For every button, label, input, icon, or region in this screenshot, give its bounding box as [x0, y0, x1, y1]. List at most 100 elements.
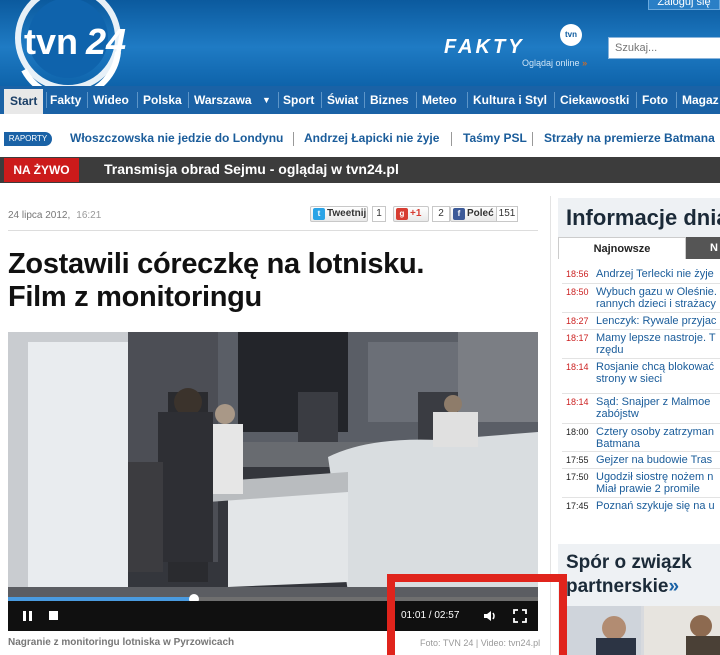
article-title: Zostawili córeczkę na lotnisku. Film z m… — [8, 248, 538, 314]
nav-item-magazyn[interactable]: Magaz — [682, 86, 719, 114]
nav-item-ciekawostki[interactable]: Ciekawostki — [560, 86, 629, 114]
news-time: 17:55 — [566, 455, 589, 465]
news-headline[interactable]: Sąd: Snajper z Malmoe zabójstw — [596, 396, 720, 420]
news-headline[interactable]: Ugodził siostrę nożem n Miał prawie 2 pr… — [596, 471, 720, 495]
news-headline[interactable]: Gejzer na budowie Tras — [596, 454, 720, 466]
news-time: 18:14 — [566, 397, 589, 407]
nav-divider — [467, 92, 468, 108]
divider — [8, 230, 538, 231]
live-badge: NA ŻYWO — [4, 158, 79, 182]
svg-text:tvn: tvn — [24, 21, 78, 62]
fakty-logo: FAKTY — [444, 36, 525, 58]
nav-divider — [554, 92, 555, 108]
news-divider — [562, 468, 720, 469]
news-headline[interactable]: Lenczyk: Rywale przyjac — [596, 315, 720, 327]
news-headline[interactable]: Rosjanie chcą blokować strony w sieci — [596, 361, 720, 385]
news-headline[interactable]: Mamy lepsze nastroje. T rzędu — [596, 332, 720, 356]
fakty-online-link[interactable]: Oglądaj online » — [522, 58, 587, 68]
news-divider — [562, 358, 720, 359]
facebook-icon: f — [453, 208, 465, 220]
news-time: 18:00 — [566, 427, 589, 437]
article-date: 24 lipca 2012, — [8, 210, 71, 221]
promo-title[interactable]: Spór o związk partnerskie» — [566, 551, 720, 599]
search-input[interactable] — [608, 37, 720, 59]
nav-item-swiat[interactable]: Świat — [327, 86, 358, 114]
raporty-tag: RAPORTY — [4, 132, 52, 146]
news-time: 18:17 — [566, 333, 589, 343]
tweet-button[interactable]: t Tweetnij — [310, 206, 368, 222]
facebook-label: Poleć — [467, 208, 494, 219]
news-time: 17:45 — [566, 501, 589, 511]
tweet-count: 1 — [372, 206, 386, 222]
report-link[interactable]: Andrzej Łapicki nie żyje — [304, 131, 439, 145]
nav-item-polska[interactable]: Polska — [143, 86, 182, 114]
news-time: 18:50 — [566, 287, 589, 297]
facebook-like-button[interactable]: f Poleć — [450, 206, 500, 222]
nav-item-warszawa[interactable]: Warszawa — [194, 86, 252, 114]
gplus-button[interactable]: g +1 — [393, 206, 429, 222]
promo-title-line: Spór o związk — [566, 552, 692, 573]
title-line: Film z monitoringu — [8, 281, 262, 313]
video-caption: Nagranie z monitoringu lotniska w Pyrzow… — [8, 637, 235, 648]
news-time: 18:27 — [566, 316, 589, 326]
chevron-down-icon[interactable]: ▼ — [262, 86, 271, 114]
svg-text:24: 24 — [85, 21, 126, 62]
stop-icon[interactable] — [46, 608, 62, 624]
nav-divider — [416, 92, 417, 108]
highlight-annotation — [387, 574, 567, 655]
tab-najpopularniejsze[interactable]: N — [686, 237, 720, 259]
news-headline[interactable]: Wybuch gazu w Oleśnie. rannych dzieci i … — [596, 286, 720, 310]
nav-item-biznes[interactable]: Biznes — [370, 86, 409, 114]
login-button[interactable]: Zaloguj się — [648, 0, 720, 10]
news-divider — [562, 312, 720, 313]
tab-najnowsze[interactable]: Najnowsze — [558, 237, 686, 259]
fakty-online-label: Oglądaj online — [522, 58, 580, 68]
report-link[interactable]: Taśmy PSL — [463, 131, 527, 145]
nav-item-start[interactable]: Start — [4, 89, 44, 114]
nav-divider — [188, 92, 189, 108]
twitter-icon: t — [313, 208, 325, 220]
nav-divider — [321, 92, 322, 108]
news-headline[interactable]: Andrzej Terlecki nie żyje — [596, 268, 720, 280]
news-divider — [562, 423, 720, 424]
article-meta: 24 lipca 2012, 16:21 — [8, 210, 101, 221]
nav-item-wideo[interactable]: Wideo — [93, 86, 129, 114]
gplus-icon: g — [396, 208, 408, 220]
site-header: tvn 24 Zaloguj się FAKTY tvn Oglądaj onl… — [0, 0, 720, 86]
reports-bar: RAPORTY Włoszczowska nie jedzie do Londy… — [0, 124, 720, 154]
live-bar[interactable]: NA ŻYWO Transmisja obrad Sejmu - oglądaj… — [0, 157, 720, 183]
nav-divider — [676, 92, 677, 108]
live-headline[interactable]: Transmisja obrad Sejmu - oglądaj w tvn24… — [104, 161, 399, 177]
tweet-label: Tweetnij — [327, 208, 367, 219]
tvn-badge: tvn — [560, 24, 582, 46]
report-link[interactable]: Włoszczowska nie jedzie do Londynu — [70, 131, 283, 145]
nav-item-foto[interactable]: Foto — [642, 86, 668, 114]
fakty-promo[interactable]: FAKTY tvn Oglądaj online » — [444, 24, 587, 74]
news-headline[interactable]: Cztery osoby zatrzyman Batmana — [596, 426, 720, 450]
tvn24-logo[interactable]: tvn 24 — [10, 0, 132, 86]
news-divider — [562, 497, 720, 498]
nav-divider — [636, 92, 637, 108]
pause-icon[interactable] — [20, 608, 36, 624]
arrow-icon: » — [582, 58, 588, 68]
news-divider — [562, 393, 720, 394]
article-time: 16:21 — [76, 210, 102, 221]
main-nav: Start Fakty Wideo Polska Warszawa ▼ Spor… — [0, 86, 720, 114]
report-link[interactable]: Strzały na premierze Batmana — [544, 131, 715, 145]
news-headline[interactable]: Poznań szykuje się na u — [596, 500, 720, 512]
arrow-icon: » — [668, 576, 680, 597]
sidebar-tabs: Najnowsze N — [558, 237, 720, 259]
nav-divider — [46, 92, 47, 108]
report-divider — [532, 132, 533, 146]
news-divider — [562, 283, 720, 284]
news-time: 18:14 — [566, 362, 589, 372]
promo-title-line: partnerskie — [566, 576, 669, 597]
facebook-count: 151 — [496, 206, 518, 222]
nav-item-fakty[interactable]: Fakty — [50, 86, 81, 114]
nav-item-meteo[interactable]: Meteo — [422, 86, 457, 114]
nav-item-sport[interactable]: Sport — [283, 86, 314, 114]
gplus-count: 2 — [432, 206, 450, 222]
promo-thumbnail[interactable] — [566, 606, 720, 655]
report-divider — [451, 132, 452, 146]
nav-item-kultura[interactable]: Kultura i Styl — [473, 86, 547, 114]
